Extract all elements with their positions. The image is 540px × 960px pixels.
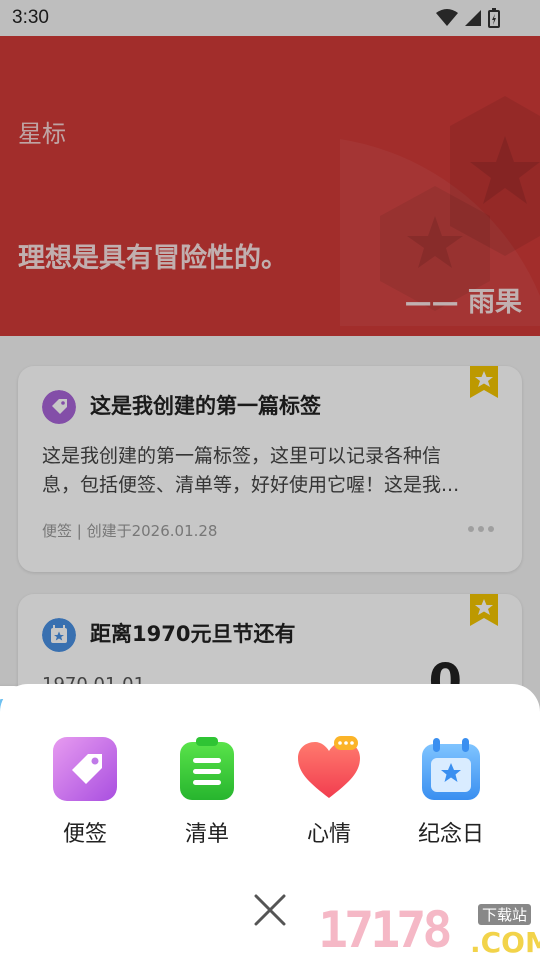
action-label: 心情 xyxy=(306,822,351,847)
action-label: 清单 xyxy=(184,822,229,847)
watermark-site-tag: 下载站 xyxy=(478,904,532,925)
tag-icon xyxy=(53,737,117,801)
create-mood-button[interactable]: 心情 xyxy=(279,736,379,848)
create-note-button[interactable]: 便签 xyxy=(35,736,135,848)
watermark-number: 17178 xyxy=(318,901,453,959)
close-icon[interactable] xyxy=(250,890,290,930)
heart-icon xyxy=(298,736,360,798)
create-checklist-button[interactable]: 清单 xyxy=(157,736,257,848)
action-label: 纪念日 xyxy=(417,822,484,847)
create-bottom-sheet: 便签 清单 心情 纪念日 xyxy=(0,684,540,960)
action-label: 便签 xyxy=(62,822,107,847)
watermark-suffix: .COM xyxy=(470,926,540,959)
create-anniversary-button[interactable]: 纪念日 xyxy=(401,736,501,848)
calendar-star-icon xyxy=(422,738,480,800)
checklist-icon xyxy=(180,737,234,800)
